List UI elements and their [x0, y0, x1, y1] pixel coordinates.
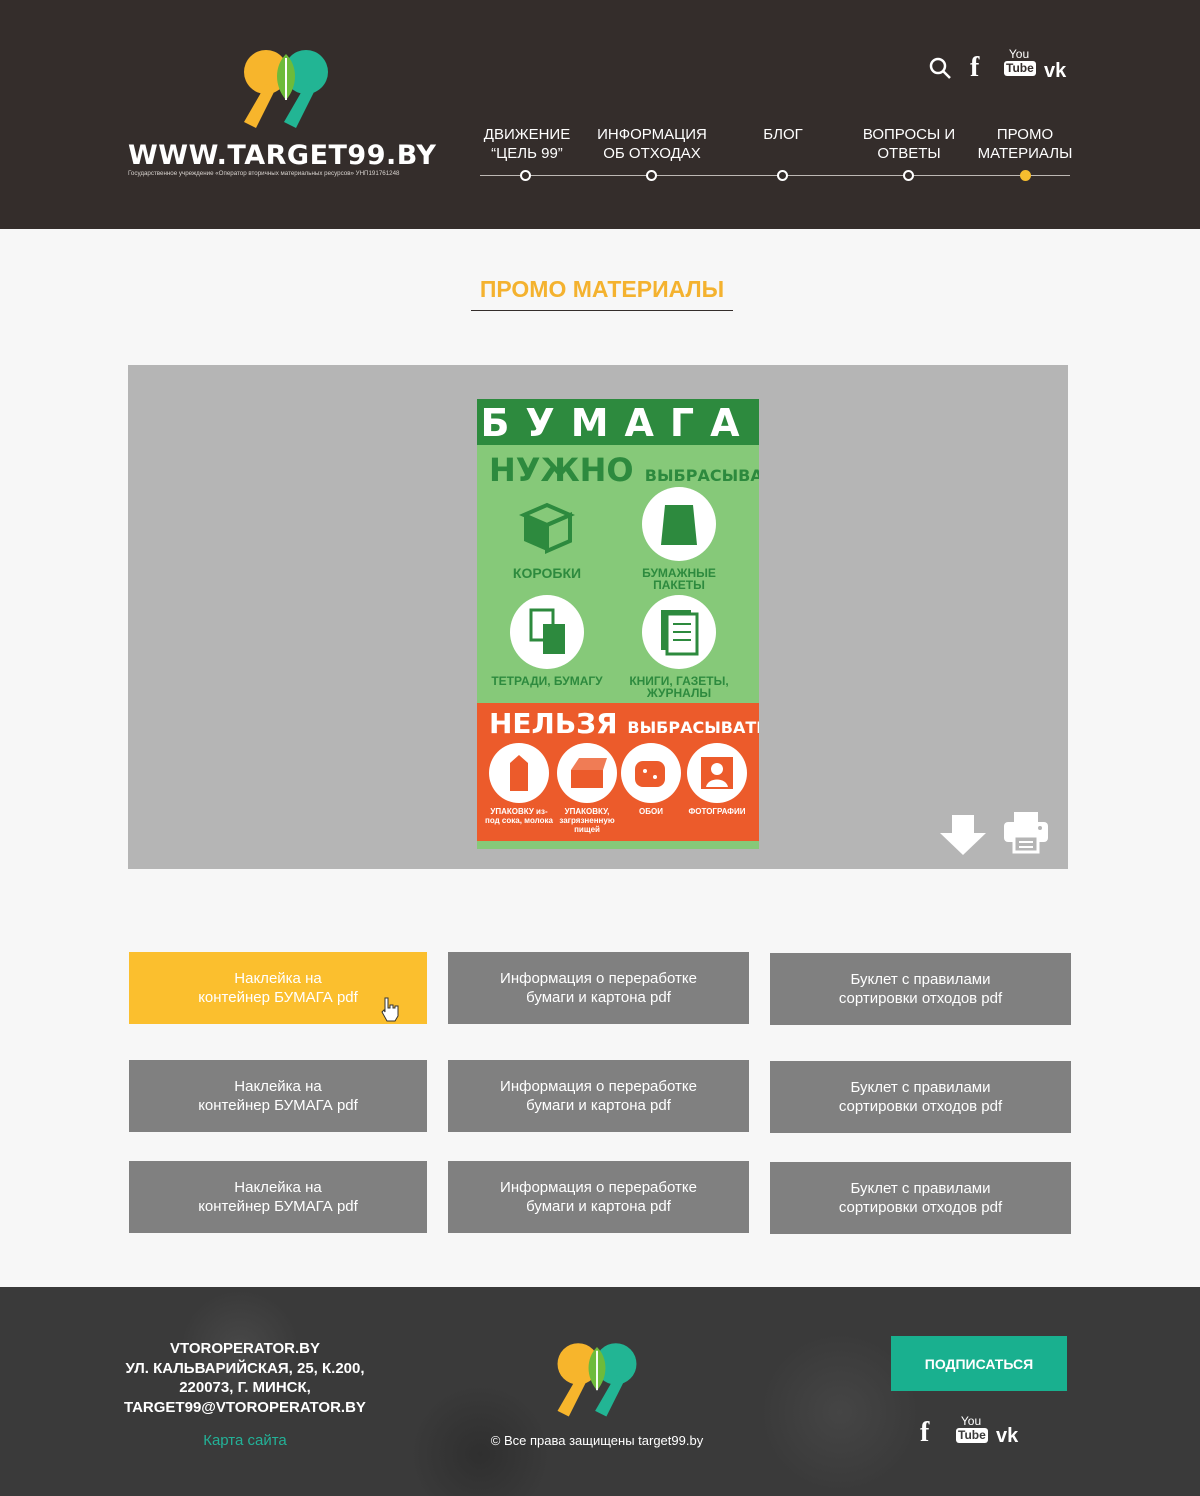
- youtube-icon[interactable]: You Tube: [1004, 47, 1036, 82]
- nav-item-promo[interactable]: ПРОМО МАТЕРИАЛЫ: [960, 125, 1090, 163]
- logo-mark-icon: [244, 50, 328, 128]
- print-icon[interactable]: [1004, 810, 1048, 854]
- photo-icon: [687, 743, 747, 803]
- notebook-icon: [510, 595, 584, 669]
- poster-item-notebooks-label: ТЕТРАДИ, БУМАГУ: [491, 674, 603, 688]
- header-social: f You Tube vk: [926, 48, 1076, 88]
- pointer-cursor-icon: [381, 997, 399, 1022]
- wallpaper-icon: [621, 743, 681, 803]
- sticker-paper-pdf-label: Наклейка на контейнер БУМАГА pdf: [198, 1179, 358, 1215]
- poster-not-item-photos: ФОТОГРАФИИ: [683, 743, 751, 816]
- paper-recycling-info-pdf-button[interactable]: Информация о переработке бумаги и картон…: [448, 1161, 749, 1233]
- poster-item-notebooks: ТЕТРАДИ, БУМАГУ: [487, 595, 607, 687]
- poster-not-small: ВЫБРАСЫВАТЬ:: [627, 718, 759, 737]
- poster-not-section: НЕЛЬЗЯ ВЫБРАСЫВАТЬ: УПАКОВКУ из-под сока…: [477, 703, 759, 841]
- sticker-paper-pdf-button[interactable]: Наклейка на контейнер БУМАГА pdf: [129, 952, 427, 1024]
- poster-not-item-wallpaper: ОБОИ: [617, 743, 685, 816]
- vk-icon[interactable]: vk: [996, 1425, 1018, 1448]
- youtube-tube-text: Tube: [956, 1428, 988, 1443]
- paper-recycling-info-pdf-button[interactable]: Информация о переработке бумаги и картон…: [448, 1060, 749, 1132]
- poster-need-title: НУЖНО ВЫБРАСЫВАТЬ:: [489, 451, 759, 489]
- copyright-text: © Все права защищены target99.by: [490, 1433, 704, 1448]
- paper-recycling-info-pdf-button[interactable]: Информация о переработке бумаги и картон…: [448, 952, 749, 1024]
- sorting-booklet-pdf-button[interactable]: Буклет с правилами сортировки отходов pd…: [770, 1061, 1071, 1133]
- poster-not-item-dirty: УПАКОВКУ, загрязненную пищей: [553, 743, 621, 834]
- sticker-paper-pdf-label: Наклейка на контейнер БУМАГА pdf: [198, 970, 358, 1006]
- sticker-paper-pdf-label: Наклейка на контейнер БУМАГА pdf: [198, 1078, 358, 1114]
- poster-not-item-dirty-label: УПАКОВКУ, загрязненную пищей: [559, 807, 615, 834]
- poster-item-bags: БУМАЖНЫЕ ПАКЕТЫ: [619, 487, 739, 591]
- poster-head: БУМАГА: [477, 399, 759, 445]
- poster-not-item-wallpaper-label: ОБОИ: [639, 807, 663, 816]
- sorting-booklet-pdf-label: Буклет с правилами сортировки отходов pd…: [838, 971, 1003, 1007]
- logo-org-text: Государственное учреждение «Оператор вто…: [128, 170, 400, 177]
- paper-recycling-info-pdf-label: Информация о переработке бумаги и картон…: [500, 1078, 697, 1114]
- youtube-tube-text: Tube: [1004, 61, 1036, 76]
- sitemap-link[interactable]: Карта сайта: [170, 1432, 320, 1449]
- poster-need-small: ВЫБРАСЫВАТЬ:: [644, 466, 759, 485]
- download-icon[interactable]: [940, 815, 986, 855]
- facebook-icon[interactable]: f: [970, 52, 979, 84]
- poster-bottom-strip: [477, 841, 759, 849]
- footer-address-city: 220073, Г. МИНСК,: [179, 1379, 311, 1396]
- nav-dot-movement: [520, 170, 531, 181]
- footer-address-site[interactable]: VTOROPERATOR.BY: [120, 1339, 370, 1359]
- footer-logo-icon[interactable]: [550, 1337, 644, 1419]
- title-underline: [471, 310, 733, 311]
- poster-not-item-juice: УПАКОВКУ из-под сока, молока: [485, 743, 553, 825]
- footer-address-email[interactable]: TARGET99@VTOROPERATOR.BY: [120, 1398, 370, 1418]
- poster-not-word: НЕЛЬЗЯ: [489, 707, 618, 740]
- nav-dot-waste-info: [646, 170, 657, 181]
- newspaper-icon: [642, 595, 716, 669]
- site-header: WWW.TARGET99.BY Государственное учрежден…: [0, 0, 1200, 229]
- youtube-you-text: You: [1008, 47, 1030, 61]
- nav-item-movement[interactable]: ДВИЖЕНИЕ “ЦЕЛЬ 99”: [462, 125, 592, 163]
- sorting-booklet-pdf-label: Буклет с правилами сортировки отходов pd…: [838, 1079, 1003, 1115]
- youtube-icon[interactable]: You Tube: [956, 1414, 988, 1449]
- sticker-paper-pdf-button[interactable]: Наклейка на контейнер БУМАГА pdf: [129, 1060, 427, 1132]
- poster-not-title: НЕЛЬЗЯ ВЫБРАСЫВАТЬ:: [489, 707, 759, 740]
- nav-dot-blog: [777, 170, 788, 181]
- poster-not-item-photos-label: ФОТОГРАФИИ: [688, 807, 746, 816]
- subscribe-button[interactable]: ПОДПИСАТЬСЯ: [891, 1336, 1067, 1391]
- nav-dot-promo: [1020, 170, 1031, 181]
- pizza-box-icon: [557, 743, 617, 803]
- material-preview: БУМАГА НУЖНО ВЫБРАСЫВАТЬ: КОРОБКИ БУМАЖН…: [128, 365, 1068, 869]
- poster-item-bags-label: БУМАЖНЫЕ ПАКЕТЫ: [642, 566, 716, 592]
- facebook-icon[interactable]: f: [920, 1417, 929, 1449]
- sorting-booklet-pdf-label: Буклет с правилами сортировки отходов pd…: [838, 1180, 1003, 1216]
- nav-line: [480, 175, 1070, 176]
- sorting-booklet-pdf-button[interactable]: Буклет с правилами сортировки отходов pd…: [770, 953, 1071, 1025]
- poster-item-books: КНИГИ, ГАЗЕТЫ, ЖУРНАЛЫ: [619, 595, 739, 699]
- poster-not-item-juice-label: УПАКОВКУ из-под сока, молока: [485, 807, 553, 825]
- youtube-you-text: You: [960, 1414, 982, 1428]
- nav-item-waste-info[interactable]: ИНФОРМАЦИЯ ОБ ОТХОДАХ: [587, 125, 717, 163]
- sorting-booklet-pdf-button[interactable]: Буклет с правилами сортировки отходов pd…: [770, 1162, 1071, 1234]
- poster-item-boxes-label: КОРОБКИ: [512, 565, 582, 581]
- logo-site-text: WWW.TARGET99.BY: [128, 140, 437, 171]
- paper-recycling-info-pdf-label: Информация о переработке бумаги и картон…: [500, 970, 697, 1006]
- search-icon[interactable]: [928, 56, 952, 80]
- poster-item-boxes: КОРОБКИ: [487, 495, 607, 581]
- nav-dot-faq: [903, 170, 914, 181]
- nav-item-faq[interactable]: ВОПРОСЫ И ОТВЕТЫ: [844, 125, 974, 163]
- site-logo[interactable]: WWW.TARGET99.BY Государственное учрежден…: [128, 40, 438, 190]
- site-footer: VTOROPERATOR.BY УЛ. КАЛЬВАРИЙСКАЯ, 25, К…: [0, 1287, 1200, 1496]
- main-nav: ДВИЖЕНИЕ “ЦЕЛЬ 99” ИНФОРМАЦИЯ ОБ ОТХОДАХ…: [480, 118, 1072, 188]
- bag-icon: [642, 487, 716, 561]
- juice-carton-icon: [489, 743, 549, 803]
- page-title: ПРОМО МАТЕРИАЛЫ: [479, 276, 725, 302]
- poster-item-books-label: КНИГИ, ГАЗЕТЫ, ЖУРНАЛЫ: [629, 674, 729, 700]
- poster-need-word: НУЖНО: [489, 451, 634, 489]
- footer-address-street: УЛ. КАЛЬВАРИЙСКАЯ, 25, К.200,: [125, 1359, 365, 1377]
- footer-address: VTOROPERATOR.BY УЛ. КАЛЬВАРИЙСКАЯ, 25, К…: [120, 1339, 370, 1417]
- footer-social: f You Tube vk: [916, 1415, 1036, 1451]
- poster-need-section: НУЖНО ВЫБРАСЫВАТЬ: КОРОБКИ БУМАЖНЫЕ ПАКЕ…: [477, 445, 759, 703]
- box-icon: [518, 502, 576, 555]
- paper-recycling-info-pdf-label: Информация о переработке бумаги и картон…: [500, 1179, 697, 1215]
- vk-icon[interactable]: vk: [1044, 60, 1066, 83]
- poster-image: БУМАГА НУЖНО ВЫБРАСЫВАТЬ: КОРОБКИ БУМАЖН…: [477, 399, 759, 849]
- sticker-paper-pdf-button[interactable]: Наклейка на контейнер БУМАГА pdf: [129, 1161, 427, 1233]
- nav-item-blog[interactable]: БЛОГ: [718, 125, 848, 144]
